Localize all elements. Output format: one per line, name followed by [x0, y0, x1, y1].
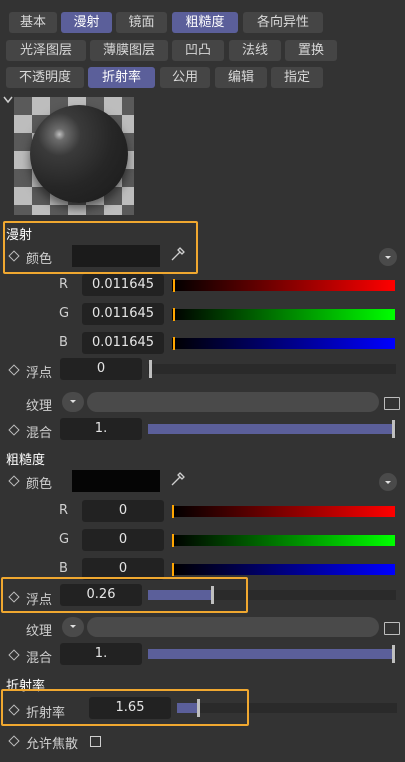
material-preview[interactable] — [14, 97, 134, 215]
diffuse-b-field[interactable]: 0.011645 — [82, 332, 164, 354]
diffuse-r-slider[interactable] — [172, 280, 395, 291]
roughness-texture-label: 纹理 — [26, 624, 53, 639]
tab-specular[interactable]: 镜面 — [116, 12, 167, 33]
diffuse-mix-label: 混合 — [26, 426, 53, 441]
keyframe-diamond-icon[interactable] — [8, 649, 20, 661]
diffuse-b-marker[interactable] — [173, 337, 175, 350]
diffuse-r-label: R — [59, 277, 69, 292]
tab-thinfilm-layer[interactable]: 薄膜图层 — [90, 40, 168, 61]
roughness-r-marker[interactable] — [172, 505, 174, 518]
roughness-float-fill — [148, 590, 212, 600]
tab-basic[interactable]: 基本 — [9, 12, 57, 33]
diffuse-r-field[interactable]: 0.011645 — [82, 274, 164, 296]
tab-displacement[interactable]: 置换 — [285, 40, 337, 61]
diffuse-g-slider[interactable] — [172, 309, 395, 320]
tab-roughness[interactable]: 粗糙度 — [172, 12, 238, 33]
keyframe-diamond-icon[interactable] — [8, 250, 20, 262]
tab-diffuse[interactable]: 漫射 — [61, 12, 112, 33]
roughness-b-marker[interactable] — [172, 563, 174, 576]
tab-common[interactable]: 公用 — [160, 67, 210, 88]
roughness-mix-label: 混合 — [26, 651, 53, 666]
roughness-texture-slot[interactable] — [87, 617, 379, 637]
texture-type-dropdown[interactable] — [62, 392, 84, 412]
diffuse-float-knob[interactable] — [149, 360, 152, 378]
roughness-g-slider[interactable] — [172, 535, 395, 546]
tab-sheen-layer[interactable]: 光泽图层 — [6, 40, 86, 61]
tab-ior[interactable]: 折射率 — [88, 67, 155, 88]
roughness-color-swatch[interactable] — [72, 470, 160, 492]
chevron-down-icon — [385, 481, 391, 484]
folder-icon[interactable] — [384, 397, 400, 410]
diffuse-b-label: B — [59, 335, 68, 350]
roughness-section-title: 粗糙度 — [6, 453, 46, 468]
diffuse-g-field[interactable]: 0.011645 — [82, 303, 164, 325]
diffuse-color-swatch[interactable] — [72, 245, 160, 267]
texture-type-dropdown[interactable] — [62, 617, 84, 637]
roughness-float-knob[interactable] — [211, 586, 214, 604]
roughness-color-label: 颜色 — [26, 477, 53, 492]
keyframe-diamond-icon[interactable] — [8, 364, 20, 376]
roughness-r-label: R — [59, 503, 69, 518]
roughness-float-label: 浮点 — [26, 593, 53, 608]
tab-bar: 基本 漫射 镜面 粗糙度 各向异性 光泽图层 薄膜图层 凹凸 法线 置换 不透明… — [0, 12, 405, 92]
chevron-down-icon — [70, 400, 76, 403]
diffuse-texture-slot[interactable] — [87, 392, 379, 412]
diffuse-mix-fill — [148, 424, 393, 434]
tab-bump[interactable]: 凹凸 — [172, 40, 224, 61]
color-mode-dropdown[interactable] — [379, 473, 397, 491]
preview-sphere — [30, 105, 128, 203]
diffuse-g-label: G — [59, 306, 70, 321]
folder-icon[interactable] — [384, 622, 400, 635]
caustics-checkbox[interactable] — [90, 736, 101, 747]
tab-normal[interactable]: 法线 — [229, 40, 281, 61]
diffuse-texture-label: 纹理 — [26, 399, 53, 414]
diffuse-float-field[interactable]: 0 — [60, 358, 142, 380]
color-mode-dropdown[interactable] — [379, 248, 397, 266]
roughness-float-field[interactable]: 0.26 — [60, 584, 142, 606]
roughness-b-label: B — [59, 561, 68, 576]
diffuse-mix-knob[interactable] — [392, 420, 395, 438]
roughness-b-slider[interactable] — [172, 564, 395, 575]
tab-opacity[interactable]: 不透明度 — [6, 67, 84, 88]
roughness-b-field[interactable]: 0 — [82, 558, 164, 580]
diffuse-mix-field[interactable]: 1. — [60, 418, 142, 440]
keyframe-diamond-icon[interactable] — [8, 475, 20, 487]
ior-fill — [177, 703, 198, 713]
diffuse-r-marker[interactable] — [173, 279, 175, 292]
diffuse-float-slider[interactable] — [148, 364, 396, 374]
diffuse-color-label: 颜色 — [26, 252, 53, 267]
ior-label: 折射率 — [26, 706, 66, 721]
keyframe-diamond-icon[interactable] — [8, 424, 20, 436]
diffuse-float-label: 浮点 — [26, 366, 53, 381]
diffuse-section-title: 漫射 — [6, 228, 33, 243]
roughness-r-field[interactable]: 0 — [82, 500, 164, 522]
tab-anisotropy[interactable]: 各向异性 — [243, 12, 323, 33]
ior-field[interactable]: 1.65 — [89, 697, 171, 719]
eyedropper-icon[interactable] — [169, 245, 187, 263]
chevron-down-icon[interactable] — [3, 96, 13, 104]
roughness-mix-knob[interactable] — [392, 645, 395, 663]
roughness-mix-fill — [148, 649, 393, 659]
roughness-r-slider[interactable] — [172, 506, 395, 517]
chevron-down-icon — [385, 256, 391, 259]
roughness-g-label: G — [59, 532, 70, 547]
chevron-down-icon — [70, 625, 76, 628]
ior-slider[interactable] — [177, 703, 397, 713]
diffuse-b-slider[interactable] — [172, 338, 395, 349]
keyframe-diamond-icon[interactable] — [8, 591, 20, 603]
keyframe-diamond-icon[interactable] — [8, 704, 20, 716]
roughness-mix-field[interactable]: 1. — [60, 643, 142, 665]
roughness-g-field[interactable]: 0 — [82, 529, 164, 551]
roughness-g-marker[interactable] — [172, 534, 174, 547]
caustics-label: 允许焦散 — [26, 737, 79, 752]
eyedropper-icon[interactable] — [169, 470, 187, 488]
tab-assign[interactable]: 指定 — [271, 67, 323, 88]
diffuse-g-marker[interactable] — [173, 308, 175, 321]
keyframe-diamond-icon[interactable] — [8, 735, 20, 747]
ior-knob[interactable] — [197, 699, 200, 717]
ior-section-title: 折射率 — [6, 679, 46, 694]
tab-edit[interactable]: 编辑 — [215, 67, 267, 88]
